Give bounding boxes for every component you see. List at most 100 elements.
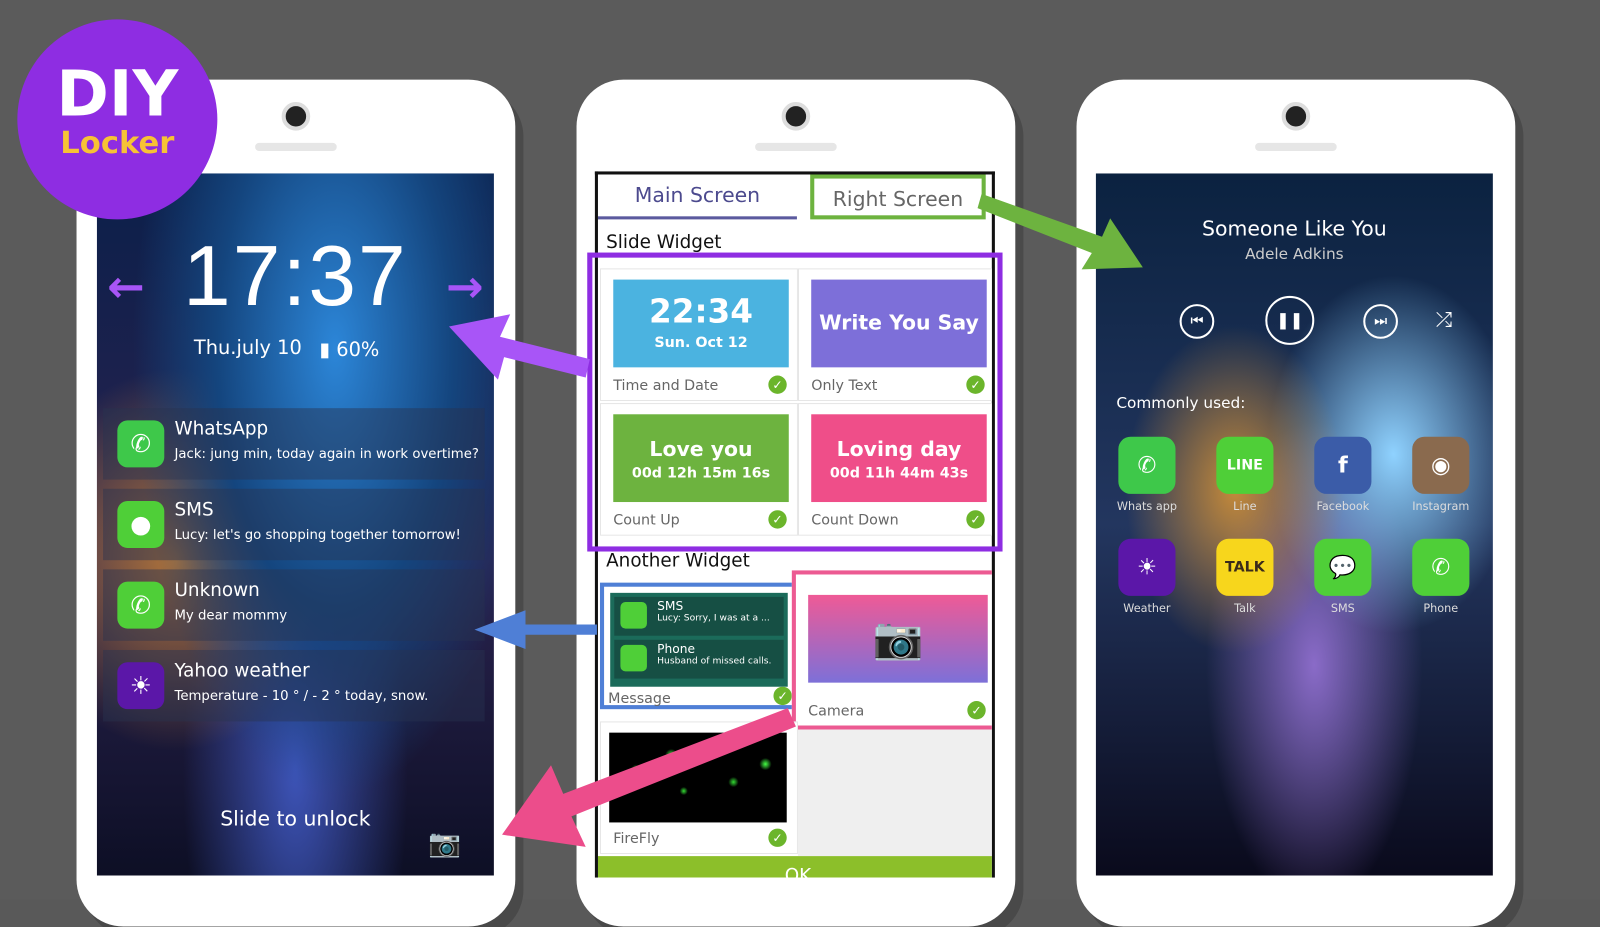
notification-app: Yahoo weather <box>174 660 310 682</box>
widget-sub: 00d 11h 44m 43s <box>829 465 969 482</box>
app-label: Weather <box>1123 602 1171 616</box>
whatsapp-icon: ✆ <box>117 420 165 468</box>
widget-preview: 22:34 Sun. Oct 12 <box>613 279 789 368</box>
notification-message: Temperature - 10 ° / - 2 ° today, snow. <box>174 688 429 705</box>
check-icon: ✓ <box>773 686 792 706</box>
widget-label: Count Down <box>811 512 899 529</box>
camera-widget[interactable]: 📷 Camera ✓ <box>791 570 992 730</box>
widget-card[interactable]: Loving day 00d 11h 44m 43s Count Down ✓ <box>797 403 992 536</box>
check-icon: ✓ <box>768 510 787 529</box>
phone-icon: ✆ <box>1412 538 1470 596</box>
notification-item[interactable]: ✆ WhatsApp Jack: jung min, today again in … <box>103 408 485 480</box>
notification-item[interactable]: ✆ Unknown My dear mommy <box>103 569 485 641</box>
sms-icon: 💬 <box>1314 538 1372 596</box>
yahoo-weather-icon: ☀ <box>117 662 165 710</box>
check-icon: ✓ <box>967 701 986 720</box>
firefly-preview <box>609 732 787 823</box>
msg-text: Lucy: Sorry, I was at a ... <box>657 613 770 624</box>
widget-card[interactable]: Write You Say Only Text ✓ <box>797 268 992 402</box>
widget-card[interactable]: 22:34 Sun. Oct 12 Time and Date ✓ <box>599 268 798 402</box>
logo-title: DIY <box>56 56 179 131</box>
line-icon: LINE <box>1216 436 1274 494</box>
check-icon: ✓ <box>768 828 787 847</box>
app-label: Instagram <box>1412 499 1470 514</box>
lock-screen: ← 17:37 → Thu.july 10 ▮ 60% ✆ WhatsApp Jac… <box>96 173 494 876</box>
widget-card[interactable]: Love you 00d 12h 15m 16s Count Up ✓ <box>599 403 798 536</box>
notification-item[interactable]: ● SMS Lucy: let's go shopping together tom… <box>103 488 485 561</box>
sms-icon <box>620 602 647 629</box>
msg-title: SMS <box>657 598 684 614</box>
facebook-icon: f <box>1314 436 1372 494</box>
widget-label: Message <box>608 690 671 708</box>
phone-editor: Main Screen Right Screen Slide Widget 22… <box>576 79 1016 927</box>
camera-icon[interactable]: 📷 <box>428 829 461 860</box>
speaker <box>755 142 837 152</box>
phone-icon <box>620 644 647 672</box>
notification-message: Lucy: let's go shopping together tomorro… <box>174 527 461 543</box>
app-shortcut[interactable]: 💬 SMS <box>1302 538 1384 616</box>
instagram-icon: ◉ <box>1412 436 1470 494</box>
shuffle-button[interactable]: ⤮ <box>1427 304 1462 339</box>
tab-right-screen[interactable]: Right Screen <box>810 174 986 220</box>
editor-screen: Main Screen Right Screen Slide Widget 22… <box>594 171 995 878</box>
speaker <box>1255 142 1337 152</box>
forward-button[interactable]: ⏭ <box>1363 304 1398 339</box>
rewind-button[interactable]: ⏮ <box>1179 304 1215 339</box>
notification-message: My dear mommy <box>174 608 288 624</box>
widget-title: Love you <box>649 436 753 462</box>
tab-main-screen[interactable]: Main Screen <box>597 174 797 220</box>
widget-sub: Sun. Oct 12 <box>654 334 748 352</box>
widget-label: Only Text <box>811 377 878 394</box>
notification-app: WhatsApp <box>174 418 269 440</box>
widget-title: Loving day <box>836 436 962 462</box>
clock: 17:37 <box>183 227 408 324</box>
app-shortcut[interactable]: TALK Talk <box>1204 538 1286 616</box>
notification-item[interactable]: ☀ Yahoo weather Temperature - 10 ° / - 2 °… <box>103 649 485 722</box>
widget-label: Time and Date <box>613 377 719 394</box>
widget-label: Camera <box>808 703 865 720</box>
song-title: Someone Like You <box>1202 216 1387 241</box>
widget-label: FireFly <box>613 830 660 847</box>
diy-locker-logo: DIY Locker <box>17 19 218 220</box>
ok-button[interactable]: OK <box>597 856 992 878</box>
notification-app: Unknown <box>174 579 260 602</box>
notification-app: SMS <box>174 498 214 521</box>
battery-icon: ▮ <box>319 338 331 362</box>
message-widget[interactable]: SMS Lucy: Sorry, I was at a ... Phone Husb… <box>599 582 798 710</box>
app-label: Facebook <box>1316 499 1370 514</box>
app-shortcut[interactable]: ☀ Weather <box>1106 538 1188 616</box>
msg-title: Phone <box>657 641 696 657</box>
camera-lens <box>781 102 811 131</box>
firefly-widget[interactable]: FireFly ✓ <box>599 721 798 855</box>
app-label: Talk <box>1234 602 1256 616</box>
msg-text: Husband of missed calls. <box>657 656 772 667</box>
logo-subtitle: Locker <box>60 125 175 162</box>
camera-lens <box>1281 102 1311 131</box>
check-icon: ✓ <box>768 375 787 394</box>
check-icon: ✓ <box>966 375 985 394</box>
app-label: SMS <box>1330 602 1355 616</box>
widget-title: Write You Say <box>819 310 979 335</box>
widget-title: 22:34 <box>649 291 753 331</box>
app-shortcut[interactable]: LINE Line <box>1204 436 1286 514</box>
message-bubble-icon: ● <box>117 501 165 548</box>
widget-sub: 00d 12h 15m 16s <box>631 465 771 482</box>
weather-icon: ☀ <box>1118 538 1176 596</box>
app-shortcut[interactable]: ✆ Phone <box>1400 538 1482 615</box>
whats-app-icon: ✆ <box>1118 436 1176 494</box>
slide-to-unlock[interactable]: Slide to unlock <box>97 806 494 830</box>
widget-preview: Loving day 00d 11h 44m 43s <box>811 414 987 503</box>
camera-icon: 📷 <box>808 594 988 683</box>
section-another-widget: Another Widget <box>606 549 750 572</box>
app-shortcut[interactable]: f Facebook <box>1302 436 1384 514</box>
camera-lens <box>281 102 311 131</box>
right-screen: Someone Like You Adele Adkins ⏮ ❚❚ ⏭ ⤮ C… <box>1095 173 1493 876</box>
promo-canvas: ← 17:37 → Thu.july 10 ▮ 60% ✆ WhatsApp Jac… <box>0 0 1600 927</box>
empty-slot <box>797 729 992 857</box>
notification-message: Jack: jung min, today again in work over… <box>174 446 479 463</box>
app-shortcut[interactable]: ◉ Instagram <box>1400 436 1482 514</box>
app-shortcut[interactable]: ✆ Whats app <box>1106 436 1188 513</box>
pause-button[interactable]: ❚❚ <box>1265 295 1315 345</box>
battery: ▮ 60% <box>319 339 379 361</box>
app-label: Line <box>1233 499 1257 514</box>
